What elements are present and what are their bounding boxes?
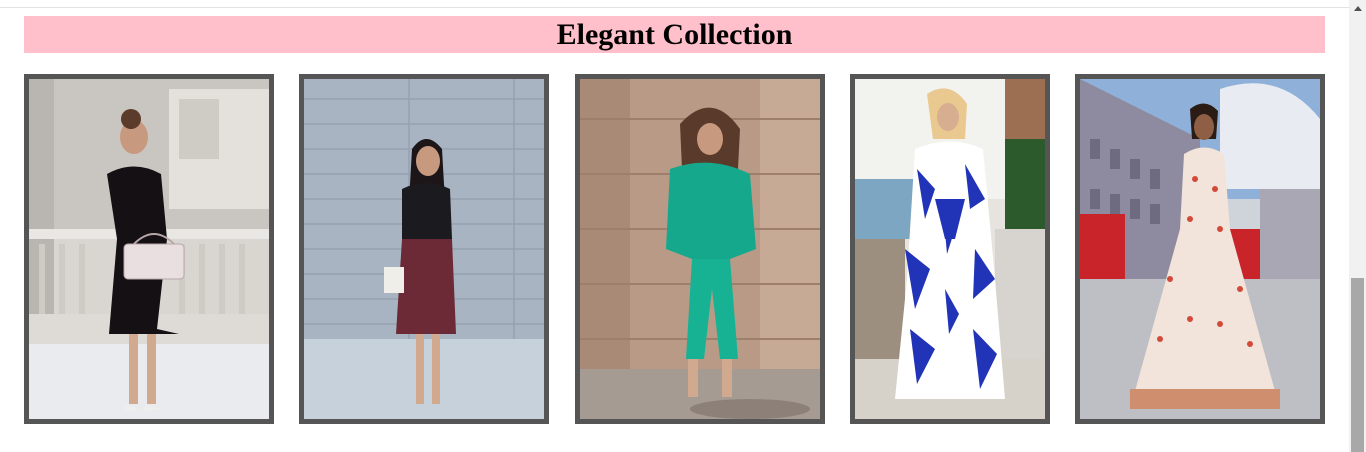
photo-green-suit [580, 79, 820, 419]
vertical-scrollbar[interactable] [1349, 0, 1366, 452]
gallery-item-floral-jumpsuit[interactable] [1075, 74, 1325, 424]
photo-black-dress [29, 79, 269, 419]
photo-blue-print-coat [855, 79, 1045, 419]
scroll-up-button[interactable] [1349, 0, 1366, 17]
title-banner: Elegant Collection [24, 16, 1325, 53]
page-top-border [0, 7, 1349, 8]
gallery-item-green-suit[interactable] [575, 74, 825, 424]
photo-floral-jumpsuit [1080, 79, 1320, 419]
gallery-item-black-dress[interactable] [24, 74, 274, 424]
gallery-item-blue-print-coat[interactable] [850, 74, 1050, 424]
gallery [24, 74, 1325, 424]
photo-burgundy-skirt [304, 79, 544, 419]
triangle-up-icon [1353, 6, 1362, 11]
gallery-item-burgundy-skirt[interactable] [299, 74, 549, 424]
page-title: Elegant Collection [556, 17, 793, 51]
scroll-thumb[interactable] [1351, 278, 1364, 452]
